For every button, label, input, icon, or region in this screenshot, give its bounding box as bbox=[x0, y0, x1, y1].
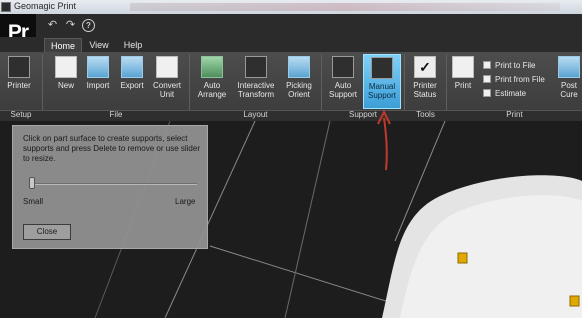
app-window: Geomagic Print Pr ↶ ↷ ? Home View Help P… bbox=[0, 0, 582, 318]
annotation-arrow bbox=[377, 109, 391, 171]
